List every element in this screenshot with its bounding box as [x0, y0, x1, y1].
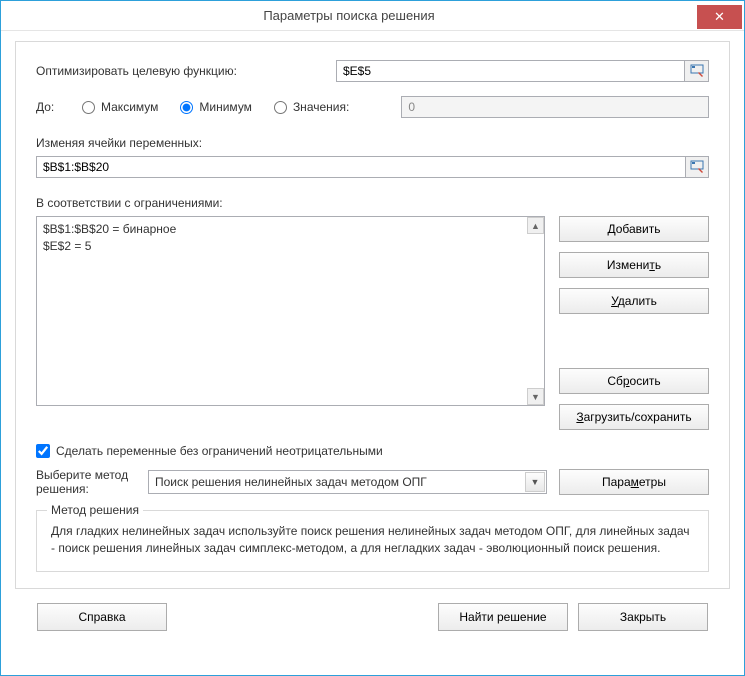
objective-ref-button[interactable] [685, 60, 709, 82]
constraints-label: В соответствии с ограничениями: [36, 196, 709, 210]
constraints-listbox[interactable]: $B$1:$B$20 = бинарное $E$2 = 5 ▲ ▼ [36, 216, 545, 406]
titlebar: Параметры поиска решения ✕ [1, 1, 744, 31]
radio-max[interactable]: Максимум [82, 100, 158, 114]
radio-value-input[interactable] [274, 101, 287, 114]
method-select[interactable]: Поиск решения нелинейных задач методом О… [148, 470, 547, 494]
load-save-button[interactable]: Загрузить/сохранить [559, 404, 709, 430]
method-groupbox: Метод решения Для гладких нелинейных зад… [36, 510, 709, 572]
variables-label: Изменяя ячейки переменных: [36, 136, 709, 150]
groupbox-text: Для гладких нелинейных задач используйте… [51, 523, 694, 557]
objective-input[interactable] [336, 60, 685, 82]
to-value-input [401, 96, 709, 118]
chevron-down-icon: ▼ [531, 392, 540, 402]
solve-button[interactable]: Найти решение [438, 603, 568, 631]
solver-dialog: Параметры поиска решения ✕ Оптимизироват… [0, 0, 745, 676]
method-selected: Поиск решения нелинейных задач методом О… [155, 475, 427, 489]
variables-ref-button[interactable] [685, 156, 709, 178]
radio-min[interactable]: Минимум [180, 100, 252, 114]
method-label: Выберите метод решения: [36, 468, 136, 496]
constraint-line[interactable]: $E$2 = 5 [43, 238, 538, 255]
main-panel: Оптимизировать целевую функцию: До: [15, 41, 730, 589]
range-picker-icon [690, 160, 704, 174]
parameters-button[interactable]: Параметры [559, 469, 709, 495]
chevron-down-icon: ▼ [531, 477, 540, 487]
chevron-up-icon: ▲ [531, 221, 540, 231]
radio-min-label: Минимум [199, 100, 252, 114]
variables-input[interactable] [36, 156, 686, 178]
scroll-up-button[interactable]: ▲ [527, 217, 544, 234]
to-radio-group: Максимум Минимум Значения: [82, 100, 371, 114]
delete-button[interactable]: Удалить [559, 288, 709, 314]
change-button[interactable]: Изменить [559, 252, 709, 278]
close-icon: ✕ [714, 9, 725, 25]
add-button[interactable]: Добавить [559, 216, 709, 242]
radio-max-label: Максимум [101, 100, 158, 114]
help-button[interactable]: Справка [37, 603, 167, 631]
reset-button[interactable]: Сбросить [559, 368, 709, 394]
window-close-button[interactable]: ✕ [697, 5, 742, 29]
to-label: До: [36, 100, 82, 114]
radio-max-input[interactable] [82, 101, 95, 114]
nonneg-label: Сделать переменные без ограничений неотр… [56, 444, 383, 458]
radio-value-label: Значения: [293, 100, 349, 114]
close-button[interactable]: Закрыть [578, 603, 708, 631]
scroll-down-button[interactable]: ▼ [527, 388, 544, 405]
range-picker-icon [690, 64, 704, 78]
nonneg-checkbox-row[interactable]: Сделать переменные без ограничений неотр… [36, 444, 709, 458]
constraint-line[interactable]: $B$1:$B$20 = бинарное [43, 221, 538, 238]
radio-value[interactable]: Значения: [274, 100, 349, 114]
dialog-footer: Справка Найти решение Закрыть [15, 589, 730, 631]
radio-min-input[interactable] [180, 101, 193, 114]
groupbox-title: Метод решения [47, 503, 143, 517]
dropdown-arrow[interactable]: ▼ [525, 472, 545, 492]
constraints-buttons: Добавить Изменить Удалить Сбросить Загру… [559, 216, 709, 430]
nonneg-checkbox[interactable] [36, 444, 50, 458]
window-title: Параметры поиска решения [1, 8, 697, 23]
objective-label: Оптимизировать целевую функцию: [36, 64, 336, 78]
